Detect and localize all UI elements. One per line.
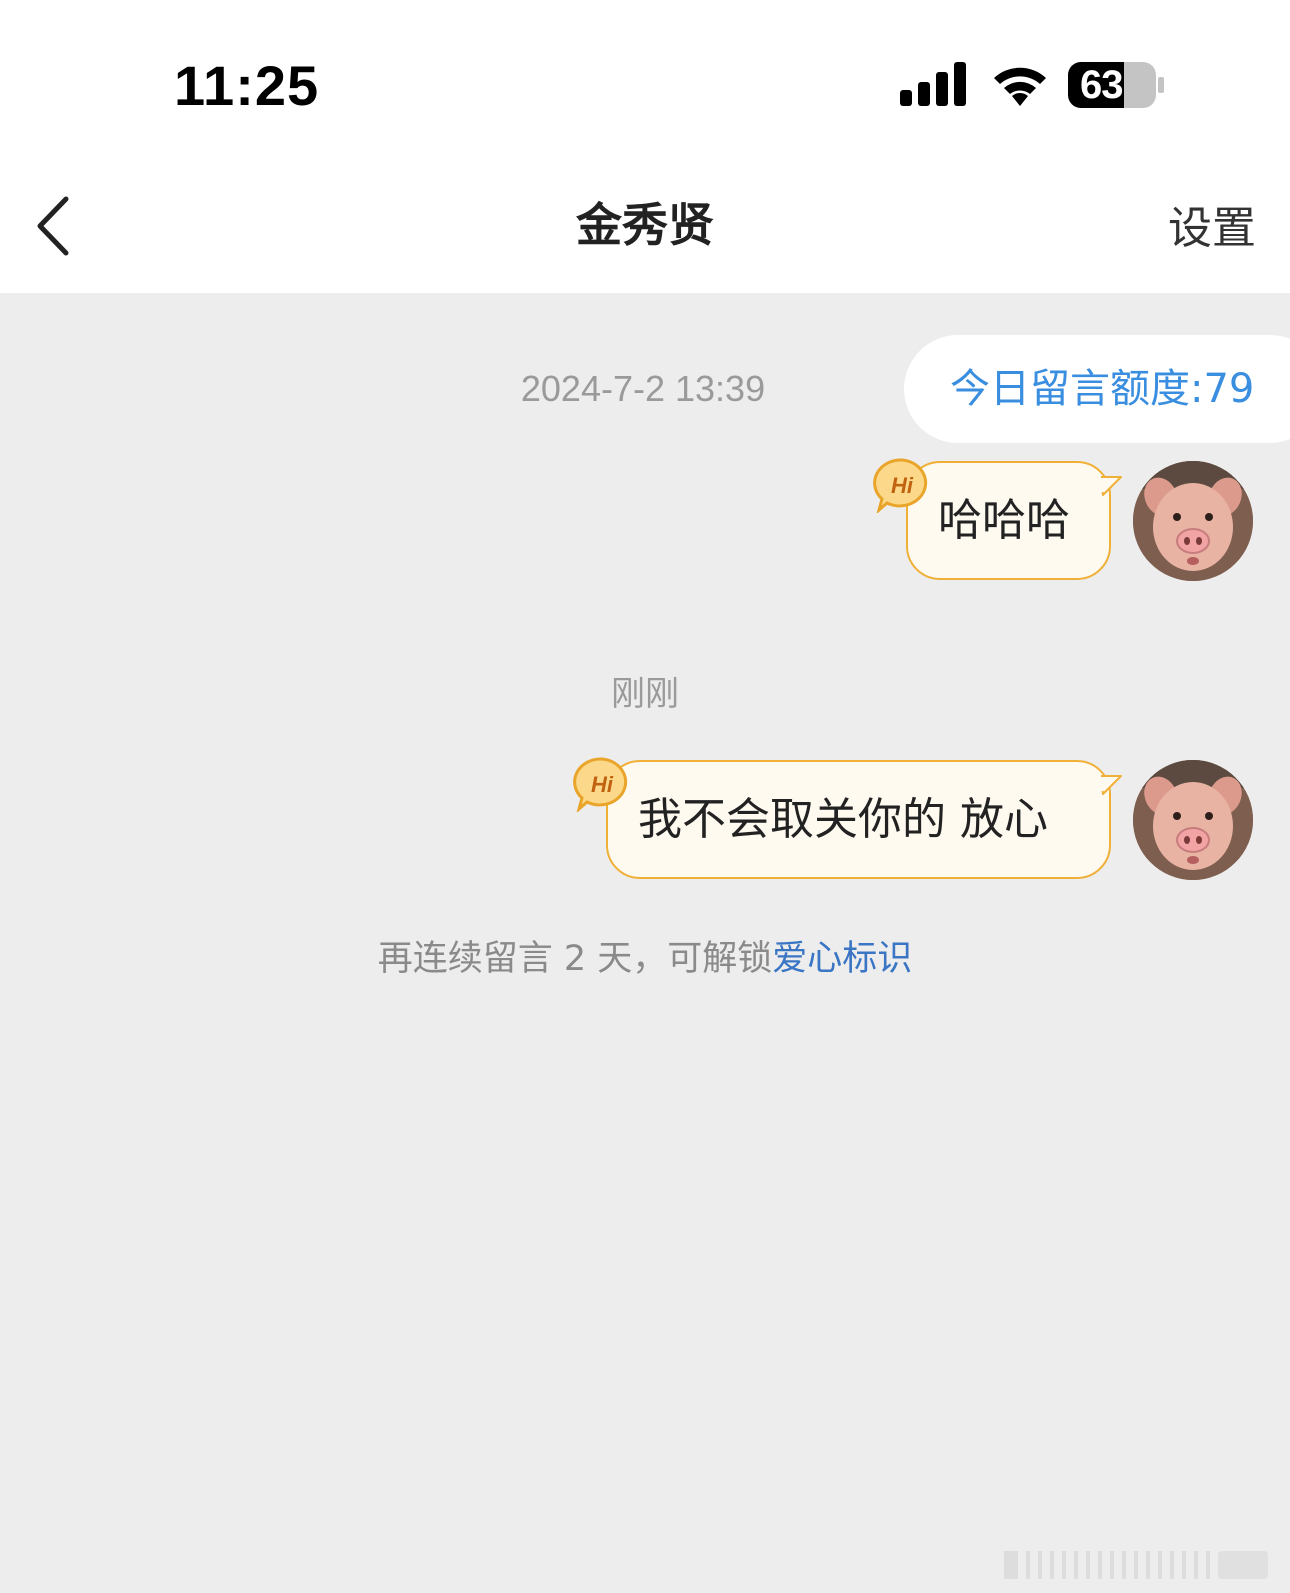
message-bubble[interactable]: 我不会取关你的 放心 <box>606 760 1122 879</box>
hi-bubble-icon: Hi <box>573 757 628 814</box>
bubble-tail <box>1101 775 1122 795</box>
bubble-tail <box>1101 476 1122 496</box>
hi-badge-label: Hi <box>891 473 914 498</box>
unlock-hint: 再连续留言 2 天，可解锁爱心标识 <box>0 934 1290 984</box>
wifi-icon <box>994 67 1046 106</box>
hi-badge: Hi <box>573 756 631 814</box>
nav-bar: 金秀贤 设置 <box>0 165 1290 293</box>
message-text: 哈哈哈 <box>938 495 1070 546</box>
watermark-icon <box>1004 1551 1268 1579</box>
hi-badge: Hi <box>873 457 931 515</box>
pig-avatar-icon <box>1133 760 1253 880</box>
page-title: 金秀贤 <box>576 198 714 252</box>
avatar[interactable] <box>1133 461 1253 581</box>
status-bar: 11:25 63 <box>0 0 1290 165</box>
signal-icon <box>900 62 966 106</box>
message-bubble[interactable]: 哈哈哈 <box>906 461 1122 580</box>
hi-bubble-icon: Hi <box>873 458 928 515</box>
status-icons: 63 <box>900 62 1170 108</box>
message-time: 2024-7-2 13:39 <box>520 368 766 409</box>
settings-button[interactable]: 设置 <box>1168 199 1256 259</box>
message-time: 刚刚 <box>611 675 679 713</box>
heart-badge-link[interactable]: 爱心标识 <box>772 939 912 979</box>
status-time: 11:25 <box>174 54 320 117</box>
unlock-hint-text: 再连续留言 2 天，可解锁 <box>377 939 773 979</box>
battery-level: 63 <box>1080 63 1124 107</box>
hi-badge-label: Hi <box>591 772 614 797</box>
pig-avatar-icon <box>1133 461 1253 581</box>
avatar[interactable] <box>1133 760 1253 880</box>
message-text: 我不会取关你的 放心 <box>638 794 1048 845</box>
